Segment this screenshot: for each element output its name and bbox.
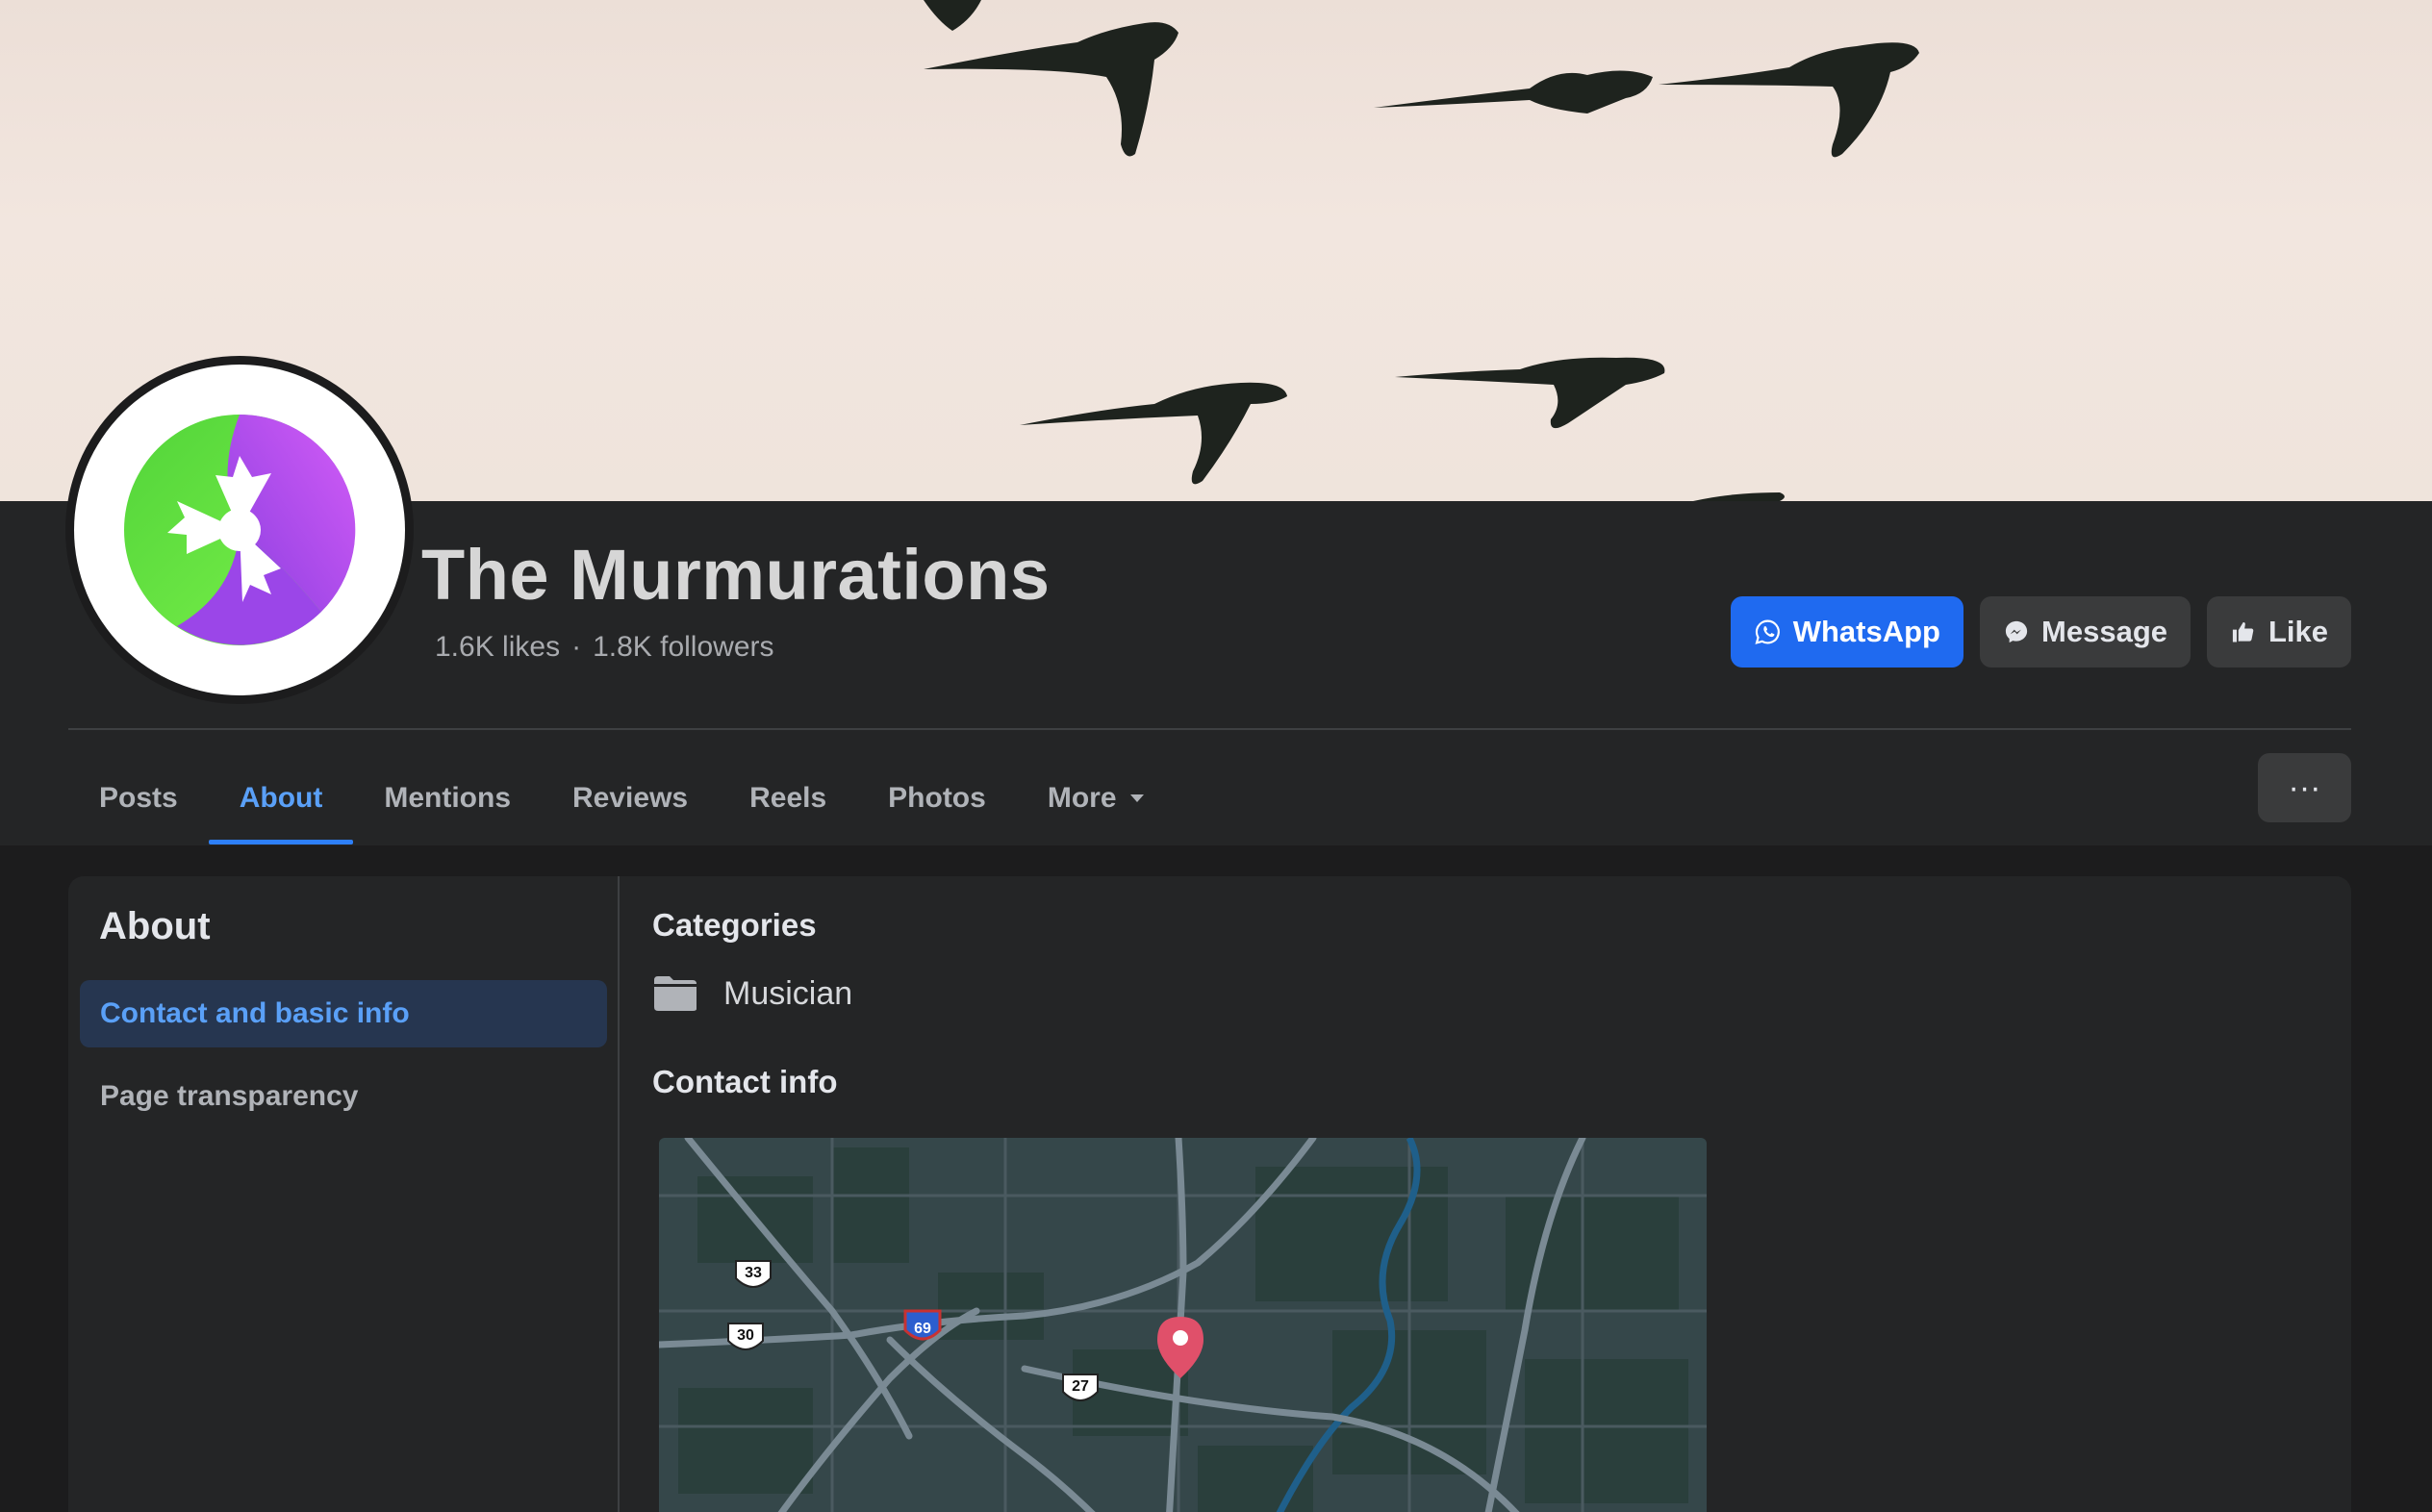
route-69-label: 69 [914, 1321, 931, 1337]
map-graphic: 33 30 69 27 [659, 1138, 1707, 1512]
band-logo-icon [124, 414, 356, 645]
followers-count[interactable]: 1.8K followers [593, 631, 773, 664]
sidebar-item-contact-basic-info[interactable]: Contact and basic info [80, 980, 607, 1047]
contact-info-heading: Contact info [652, 1064, 838, 1099]
page-title: The Murmurations [421, 535, 1051, 615]
whatsapp-icon [1755, 619, 1780, 644]
caret-down-icon [1129, 794, 1144, 802]
profile-avatar[interactable] [65, 356, 414, 704]
route-27-label: 27 [1072, 1378, 1089, 1395]
about-content: Categories Musician Contact info 33 30 6… [652, 876, 2351, 1512]
header-divider [68, 728, 2351, 730]
category-row: Musician [652, 974, 852, 1013]
tab-mentions[interactable]: Mentions [353, 752, 542, 844]
ellipsis-icon: ··· [2288, 769, 2321, 806]
category-musician[interactable]: Musician [723, 975, 852, 1013]
likes-count[interactable]: 1.6K likes [435, 631, 560, 664]
page-tabs: Posts About Mentions Reviews Reels Photo… [68, 752, 1177, 844]
tab-more[interactable]: More [1017, 752, 1177, 844]
messenger-icon [2005, 620, 2028, 643]
message-label: Message [2041, 615, 2167, 648]
whatsapp-label: WhatsApp [1792, 615, 1940, 648]
about-sidebar: About Contact and basic info Page transp… [68, 876, 620, 1512]
tab-more-label: More [1047, 782, 1117, 814]
like-button[interactable]: Like [2207, 596, 2351, 668]
folder-icon [654, 976, 697, 1011]
thumbs-up-icon [2232, 622, 2254, 643]
tab-reviews[interactable]: Reviews [542, 752, 719, 844]
tab-photos[interactable]: Photos [857, 752, 1017, 844]
sidebar-item-page-transparency[interactable]: Page transparency [80, 1063, 607, 1130]
categories-heading: Categories [652, 907, 817, 943]
tab-posts[interactable]: Posts [68, 752, 209, 844]
stats-separator: · [571, 631, 582, 663]
more-options-button[interactable]: ··· [2258, 753, 2351, 822]
tab-about[interactable]: About [208, 752, 354, 844]
like-label: Like [2267, 615, 2328, 648]
route-33-label: 33 [745, 1265, 762, 1281]
about-heading: About [99, 905, 211, 947]
route-30-label: 30 [737, 1327, 754, 1344]
whatsapp-button[interactable]: WhatsApp [1731, 596, 1963, 668]
tab-reels[interactable]: Reels [719, 752, 857, 844]
location-map[interactable]: 33 30 69 27 [659, 1138, 1707, 1512]
about-card: About Contact and basic info Page transp… [68, 876, 2351, 1512]
page-stats: 1.6K likes · 1.8K followers [435, 631, 774, 664]
message-button[interactable]: Message [1980, 596, 2191, 668]
